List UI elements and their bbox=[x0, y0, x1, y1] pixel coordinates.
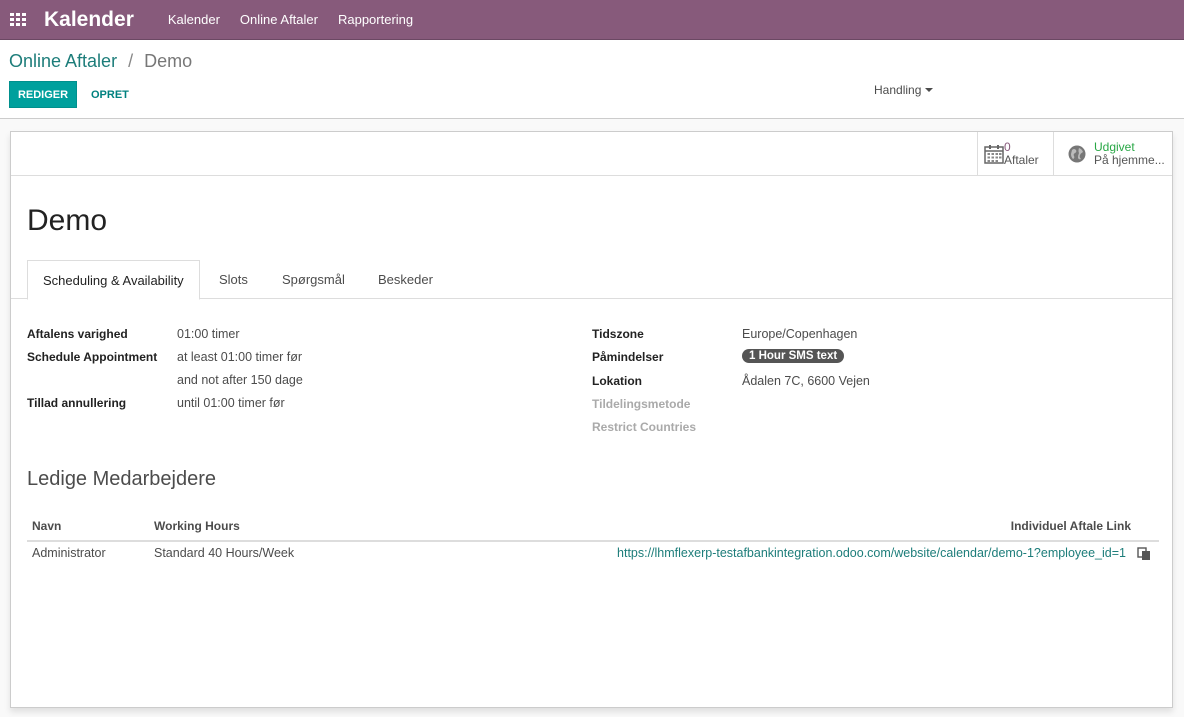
menu-item-kalender[interactable]: Kalender bbox=[168, 12, 220, 27]
duration-value: 01:00 timer bbox=[177, 327, 240, 341]
app-brand[interactable]: Kalender bbox=[44, 8, 134, 32]
timezone-value: Europe/Copenhagen bbox=[742, 327, 858, 341]
cancel-value: until 01:00 timer før bbox=[177, 396, 285, 410]
duration-label: Aftalens varighed bbox=[27, 327, 128, 341]
menu-item-online-aftaler[interactable]: Online Aftaler bbox=[240, 12, 318, 27]
table-row[interactable]: Administrator Standard 40 Hours/Week htt… bbox=[27, 542, 1159, 566]
create-button[interactable]: OPRET bbox=[83, 81, 137, 108]
form-tabs: Scheduling & Availability Slots Spørgsmå… bbox=[11, 260, 1172, 300]
employee-name-cell: Administrator bbox=[32, 546, 106, 560]
cancel-label: Tillad annullering bbox=[27, 396, 127, 410]
schedule-min-value: at least 01:00 timer før bbox=[177, 350, 303, 364]
column-header-working-hours[interactable]: Working Hours bbox=[154, 519, 240, 533]
employees-section-title: Ledige Medarbejdere bbox=[27, 468, 217, 490]
working-hours-cell: Standard 40 Hours/Week bbox=[154, 546, 295, 560]
menu-item-rapportering[interactable]: Rapportering bbox=[338, 12, 413, 27]
breadcrumb: Online Aftaler / Demo bbox=[9, 51, 192, 72]
individual-link-cell[interactable]: https://lhmflexerp-testafbankintegration… bbox=[617, 546, 1126, 560]
aftaler-label: Aftaler bbox=[1004, 152, 1039, 167]
published-label: På hjemme... bbox=[1094, 152, 1165, 167]
breadcrumb-current: Demo bbox=[144, 51, 193, 71]
action-dropdown[interactable]: Handling bbox=[874, 83, 934, 97]
breadcrumb-separator: / bbox=[128, 51, 134, 71]
column-header-name[interactable]: Navn bbox=[32, 519, 61, 533]
reminder-badge: 1 Hour SMS text bbox=[742, 349, 845, 363]
tab-slots[interactable]: Slots bbox=[219, 260, 248, 299]
location-value: Ådalen 7C, 6600 Vejen bbox=[742, 374, 870, 388]
tab-messages[interactable]: Beskeder bbox=[378, 260, 433, 299]
restrict-countries-label: Restrict Countries bbox=[592, 420, 697, 434]
aftaler-stat-text: 0 Aftaler bbox=[1004, 139, 1039, 167]
copy-icon[interactable] bbox=[1137, 547, 1151, 561]
tab-questions[interactable]: Spørgsmål bbox=[282, 260, 345, 299]
employees-table-header: Navn Working Hours Individuel Aftale Lin… bbox=[27, 514, 1159, 542]
action-dropdown-label: Handling bbox=[874, 83, 922, 97]
schedule-max-value: and not after 150 dage bbox=[177, 373, 303, 387]
tab-scheduling-availability[interactable]: Scheduling & Availability bbox=[27, 260, 200, 300]
record-title: Demo bbox=[27, 204, 108, 237]
main-menu: Kalender Online Aftaler Rapportering bbox=[168, 12, 433, 27]
caret-down-icon bbox=[925, 88, 934, 92]
globe-icon bbox=[1068, 145, 1086, 162]
location-label: Lokation bbox=[592, 374, 642, 388]
control-panel: Online Aftaler / Demo REDIGER OPRET Hand… bbox=[0, 40, 1184, 119]
schedule-label: Schedule Appointment bbox=[27, 350, 158, 364]
smart-button-box: 0 Aftaler Udgivet På hjemme... bbox=[11, 132, 1172, 176]
published-status: Udgivet bbox=[1094, 139, 1135, 154]
top-navbar: Kalender Kalender Online Aftaler Rapport… bbox=[0, 0, 1184, 40]
column-header-individual-link[interactable]: Individuel Aftale Link bbox=[1011, 519, 1131, 533]
apps-menu-icon[interactable] bbox=[10, 12, 28, 27]
aftaler-stat-button[interactable]: 0 Aftaler bbox=[977, 132, 1053, 175]
published-stat-button[interactable]: Udgivet På hjemme... bbox=[1053, 132, 1173, 175]
assignment-method-label: Tildelingsmetode bbox=[592, 397, 691, 411]
reminders-label: Påmindelser bbox=[592, 350, 664, 364]
timezone-label: Tidszone bbox=[592, 327, 644, 341]
edit-button[interactable]: REDIGER bbox=[9, 81, 77, 108]
form-sheet: 0 Aftaler Udgivet På hjemme... Demo Sche… bbox=[10, 131, 1173, 708]
breadcrumb-parent[interactable]: Online Aftaler bbox=[9, 51, 117, 71]
calendar-icon bbox=[984, 144, 1004, 164]
aftaler-count: 0 bbox=[1004, 139, 1011, 154]
published-stat-text: Udgivet På hjemme... bbox=[1094, 139, 1165, 167]
